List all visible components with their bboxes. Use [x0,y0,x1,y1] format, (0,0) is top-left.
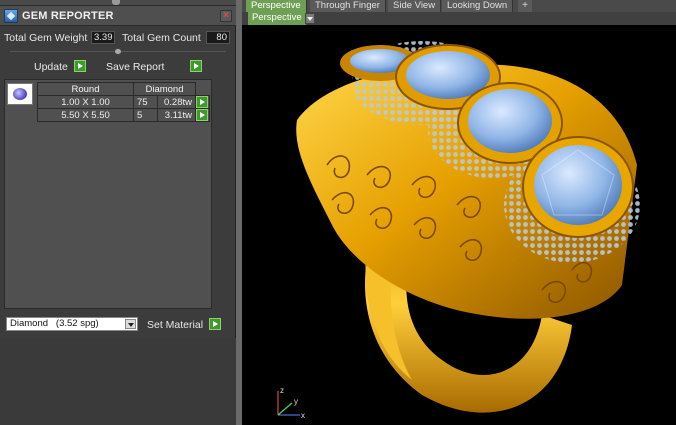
axis-indicator-icon: z y x [277,386,305,420]
view-mode-label: Perspective [248,12,306,25]
gem-summary-row: Total Gem Weight 3.39 Total Gem Count 80 [0,30,236,46]
tab-through-finger[interactable]: Through Finger [310,0,386,12]
chevron-down-icon[interactable] [125,319,136,329]
viewport-tabbar: Perspective Through Finger Side View Loo… [242,0,676,12]
material-select-value: Diamond (3.52 spg) [10,318,99,329]
gem-weight: 3.11tw [157,108,196,122]
go-arrow-icon [190,60,202,72]
panel-slider-knob[interactable] [114,48,122,55]
save-report-button-label: Save Report [106,61,165,73]
gem-3 [468,89,552,153]
gem-4 [534,145,622,225]
3d-viewport[interactable]: z y x [242,25,676,425]
header-spacer [196,83,210,96]
panel-titlebar[interactable]: GEM REPORTER × [0,6,236,26]
gem-count: 5 [133,108,158,122]
tab-looking-down[interactable]: Looking Down [442,0,514,12]
shape-header: Round [37,82,134,96]
update-button-label: Update [34,61,68,73]
tab-side-view[interactable]: Side View [388,0,442,12]
view-label-row: Perspective [242,12,676,25]
select-gem-button[interactable] [195,95,210,109]
axis-x-label: x [301,411,305,420]
go-arrow-icon [196,109,208,121]
total-gem-count-label: Total Gem Count [122,32,201,44]
go-arrow-icon [196,96,208,108]
total-gem-weight-value: 3.39 [91,31,115,44]
table-row[interactable]: 5.50 X 5.50 5 3.11tw [37,108,210,122]
total-gem-count-value: 80 [206,31,230,44]
gem-list: Round Diamond 1.00 X 1.00 75 0.28tw 5.50… [4,79,212,309]
view-mode-dropdown[interactable] [305,13,315,24]
gem-count: 75 [133,95,158,109]
gem-size: 5.50 X 5.50 [37,108,134,122]
gem-reporter-icon [4,9,18,23]
gem-size: 1.00 X 1.00 [37,95,134,109]
gem-weight: 0.28tw [157,95,196,109]
gem-reporter-panel: GEM REPORTER × Total Gem Weight 3.39 Tot… [0,0,236,425]
set-material-button-label: Set Material [147,319,204,331]
update-button[interactable]: Update [34,60,88,74]
material-header: Diamond [133,82,196,96]
tab-perspective[interactable]: Perspective [246,0,307,12]
go-arrow-icon [74,60,86,72]
close-button[interactable]: × [220,10,232,22]
panel-empty-area [0,338,236,425]
go-arrow-icon [209,318,221,330]
total-gem-weight-label: Total Gem Weight [4,32,88,44]
select-gem-button[interactable] [195,108,210,122]
material-select[interactable]: Diamond (3.52 spg) [6,317,138,331]
panel-title: GEM REPORTER [22,10,114,22]
table-row[interactable]: 1.00 X 1.00 75 0.28tw [37,95,210,109]
add-tab-button[interactable]: + [518,0,532,12]
gem-table: Round Diamond 1.00 X 1.00 75 0.28tw 5.50… [37,82,210,122]
axis-y-label: y [294,397,298,406]
panel-resize-handle[interactable] [112,0,120,5]
axis-z-label: z [280,386,284,395]
gem-table-header: Round Diamond [37,82,210,96]
set-material-button[interactable]: Set Material [147,318,221,332]
save-report-button[interactable]: Save Report [106,60,202,74]
round-gem-icon [7,83,33,105]
ring-render [296,41,640,413]
